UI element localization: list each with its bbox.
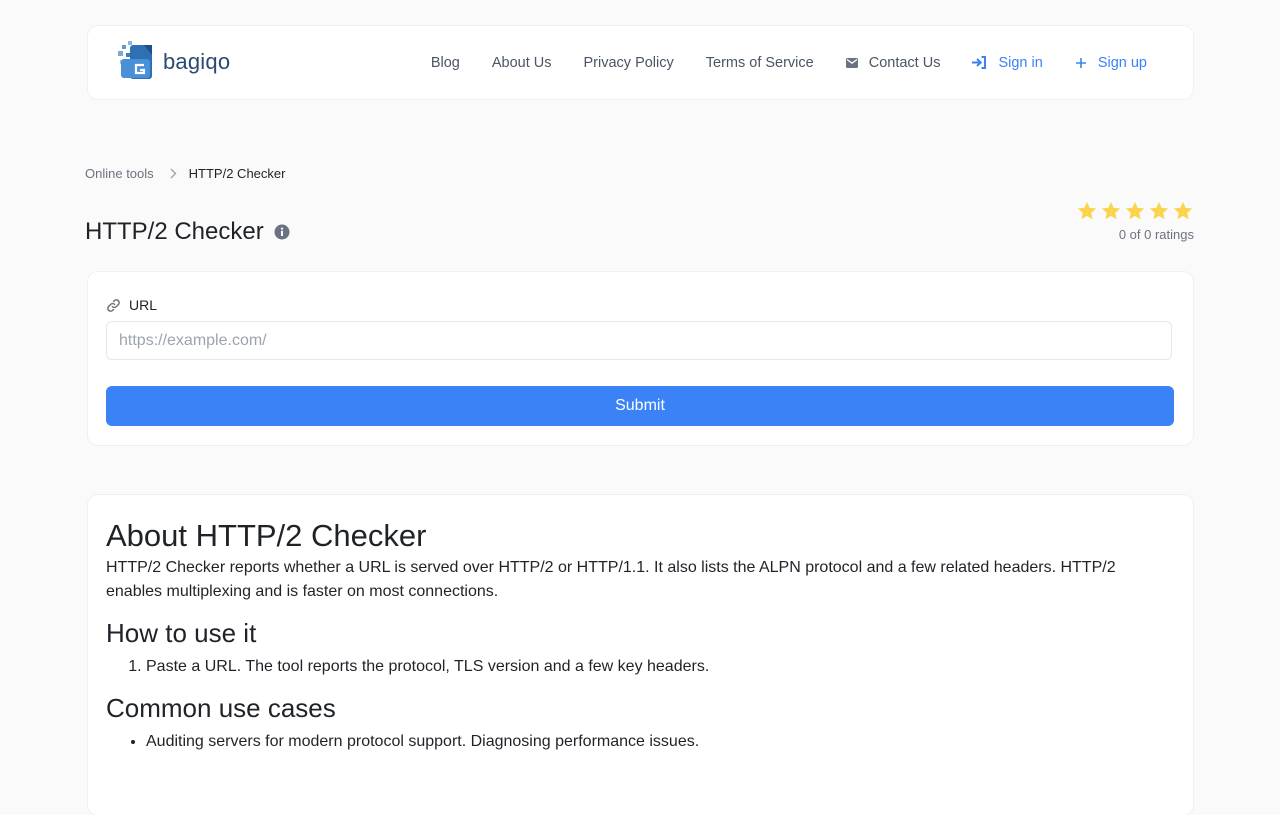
star-icon[interactable]: [1124, 200, 1146, 222]
use-cases-title: Common use cases: [106, 693, 336, 723]
url-input[interactable]: [106, 321, 1172, 360]
star-icon[interactable]: [1076, 200, 1098, 222]
sign-up-label: Sign up: [1097, 54, 1147, 71]
breadcrumb-online-tools[interactable]: Online tools: [85, 166, 154, 181]
nav-link-label: Privacy Policy: [583, 54, 674, 71]
star-icon[interactable]: [1100, 200, 1122, 222]
sign-in-link[interactable]: Sign in: [972, 54, 1043, 71]
how-to-title: How to use it: [106, 618, 257, 648]
how-to-step: Paste a URL. The tool reports the protoc…: [146, 655, 1136, 679]
page-title: HTTP/2 Checker: [85, 218, 264, 245]
about-description: HTTP/2 Checker reports whether a URL is …: [106, 559, 1116, 600]
brand-name: bagiqo: [163, 49, 231, 74]
url-field-label: URL: [106, 297, 157, 313]
about-title: About HTTP/2 Checker: [106, 518, 427, 553]
chevron-right-icon: [170, 168, 177, 179]
star-icon[interactable]: [1172, 200, 1194, 222]
nav-link-about-us[interactable]: About Us: [492, 55, 552, 71]
url-label-text: URL: [129, 297, 158, 313]
breadcrumb: Online tools HTTP/2 Checker: [85, 166, 285, 181]
brand-logo[interactable]: bagiqo: [118, 41, 230, 83]
sign-in-label: Sign in: [998, 54, 1043, 71]
nav-link-label: About Us: [491, 54, 552, 71]
how-to-list: Paste a URL. The tool reports the protoc…: [106, 655, 1136, 679]
about-card: About HTTP/2 Checker HTTP/2 Checker repo…: [88, 495, 1193, 815]
about-content: About HTTP/2 Checker HTTP/2 Checker repo…: [106, 517, 1136, 754]
nav-link-label: Terms of Service: [705, 54, 814, 71]
star-icon[interactable]: [1148, 200, 1170, 222]
envelope-icon: [845, 57, 858, 68]
submit-button[interactable]: Submit: [106, 386, 1174, 426]
rating-count: 0 of 0 ratings: [1118, 227, 1194, 242]
rating-widget: 0 of 0 ratings: [1076, 200, 1194, 242]
top-navbar: bagiqo Blog About Us Privacy Policy Term…: [88, 26, 1193, 99]
nav-links: Blog About Us Privacy Policy Terms of Se…: [399, 26, 1147, 99]
link-icon: [106, 298, 121, 313]
plus-icon: [1075, 57, 1087, 69]
url-form-card: URL Submit: [88, 272, 1193, 445]
nav-link-blog[interactable]: Blog: [431, 55, 460, 71]
info-circle-icon[interactable]: [274, 224, 290, 240]
breadcrumb-current: HTTP/2 Checker: [188, 166, 286, 181]
nav-link-label: Blog: [430, 54, 460, 71]
nav-link-label: Contact Us: [868, 54, 941, 71]
sign-in-icon: [972, 56, 987, 69]
nav-link-terms-of-service[interactable]: Terms of Service: [706, 55, 814, 71]
use-cases-list: Auditing servers for modern protocol sup…: [106, 730, 1136, 754]
nav-link-contact-us[interactable]: Contact Us: [845, 54, 941, 71]
nav-link-privacy-policy[interactable]: Privacy Policy: [584, 55, 674, 71]
sign-up-link[interactable]: Sign up: [1075, 55, 1147, 71]
use-case-item: Auditing servers for modern protocol sup…: [146, 730, 1136, 754]
page-title-row: HTTP/2 Checker: [85, 218, 290, 246]
rating-stars: [1076, 200, 1194, 222]
logo-icon: [118, 41, 160, 83]
